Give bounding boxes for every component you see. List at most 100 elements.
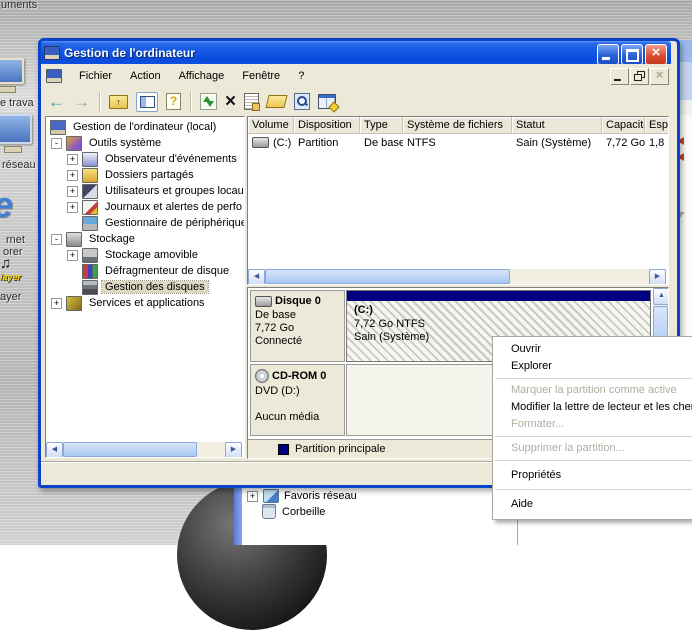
cdrom-drive: DVD (D:) xyxy=(255,385,344,398)
scroll-track[interactable] xyxy=(197,442,225,457)
menu-action[interactable]: Action xyxy=(121,68,170,84)
close-button[interactable] xyxy=(645,44,667,65)
delete-icon[interactable] xyxy=(225,93,236,111)
removable-storage-icon xyxy=(82,248,98,263)
help-icon[interactable] xyxy=(166,93,181,110)
toolbar xyxy=(41,88,671,116)
scroll-up-icon[interactable] xyxy=(653,288,669,305)
scroll-left-icon[interactable] xyxy=(46,442,63,458)
show-console-tree-icon[interactable] xyxy=(136,92,158,112)
tree-horizontal-scrollbar[interactable] xyxy=(46,442,242,457)
child-close-button xyxy=(650,68,669,85)
network-places-icon xyxy=(263,489,279,503)
users-groups-icon xyxy=(82,184,98,199)
legend-label: Partition principale xyxy=(295,443,386,455)
scroll-track[interactable] xyxy=(510,269,649,284)
menu-separator xyxy=(495,460,692,461)
tree-item-observateur[interactable]: + Observateur d'événements xyxy=(46,151,244,167)
properties-icon[interactable] xyxy=(244,93,259,110)
media-player-label: ayer xyxy=(0,291,21,303)
panes-glyph xyxy=(140,96,155,108)
tree-item-dossiers-partages[interactable]: + Dossiers partagés xyxy=(46,167,244,183)
monitor-glyph xyxy=(0,58,24,84)
menu-fichier[interactable]: Fichier xyxy=(70,68,121,84)
column-header-disposition[interactable]: Disposition xyxy=(294,117,360,134)
back-icon[interactable] xyxy=(48,92,65,112)
expand-icon[interactable]: + xyxy=(67,170,78,181)
minimize-button[interactable] xyxy=(597,44,619,65)
expand-icon[interactable]: + xyxy=(67,250,78,261)
expand-icon[interactable]: + xyxy=(51,298,62,309)
tree-item-defragmenteur[interactable]: Défragmenteur de disque xyxy=(46,263,244,279)
menu-item-aide[interactable]: Aide xyxy=(493,493,692,515)
scrollbar-thumb[interactable] xyxy=(63,442,197,457)
my-computer-icon[interactable] xyxy=(0,58,24,93)
internet-explorer-icon[interactable]: e xyxy=(0,184,13,226)
child-restore-button[interactable] xyxy=(630,68,649,85)
column-header-type[interactable]: Type xyxy=(360,117,403,134)
tree-item-label-selected: Gestion des disques xyxy=(102,281,208,293)
menu-item-ouvrir[interactable]: Ouvrir xyxy=(493,341,692,358)
expand-icon[interactable]: + xyxy=(67,154,78,165)
tree-item-label: Gestionnaire de périphérique xyxy=(102,217,245,229)
title-bar[interactable]: Gestion de l'ordinateur xyxy=(41,41,671,64)
defragmenter-icon xyxy=(82,264,98,279)
refresh-icon[interactable] xyxy=(200,93,217,110)
disk0-size: 7,72 Go xyxy=(255,322,344,335)
cdrom-info-cell[interactable]: CD-ROM 0 DVD (D:) Aucun média xyxy=(250,364,345,436)
player-wordmark: layer xyxy=(0,272,21,282)
scrollbar-thumb[interactable] xyxy=(265,269,510,284)
find-icon[interactable] xyxy=(294,93,310,110)
disk0-name: Disque 0 xyxy=(275,295,321,307)
disk0-info-cell[interactable]: Disque 0 De base 7,72 Go Connecté xyxy=(250,290,345,362)
cdrom-name: CD-ROM 0 xyxy=(272,370,326,382)
tree-item-gestion-des-disques[interactable]: Gestion des disques xyxy=(46,279,244,295)
column-header-fs[interactable]: Système de fichiers xyxy=(403,117,512,134)
tree-item-label: Dossiers partagés xyxy=(102,169,197,181)
collapse-icon[interactable]: - xyxy=(51,234,62,245)
child-minimize-button[interactable] xyxy=(610,68,629,85)
menu-item-proprietes[interactable]: Propriétés xyxy=(493,464,692,486)
tree-item-favoris-reseau[interactable]: + Favoris réseau xyxy=(247,489,357,503)
tree-item-corbeille[interactable]: Corbeille xyxy=(261,504,325,519)
tree-item-utilisateurs[interactable]: + Utilisateurs et groupes locaux xyxy=(46,183,244,199)
collapse-icon[interactable]: - xyxy=(51,138,62,149)
menu-item-explorer[interactable]: Explorer xyxy=(493,358,692,375)
network-places-label: réseau xyxy=(2,159,36,171)
column-header-capacite[interactable]: Capacité xyxy=(602,117,645,134)
column-header-esp[interactable]: Esp xyxy=(645,117,669,134)
network-places-icon[interactable] xyxy=(0,114,32,153)
open-folder-icon[interactable] xyxy=(265,95,287,108)
cd-rom-icon xyxy=(255,369,269,383)
volume-row-c[interactable]: (C:) Partition De base NTFS Sain (Systèm… xyxy=(248,134,668,151)
menu-aide[interactable]: ? xyxy=(289,68,313,84)
background-window-border xyxy=(234,481,242,545)
menu-affichage[interactable]: Affichage xyxy=(170,68,234,84)
scroll-right-icon[interactable] xyxy=(649,269,666,285)
disk-settings-icon[interactable] xyxy=(318,94,336,109)
tree-item-stockage-amovible[interactable]: + Stockage amovible xyxy=(46,247,244,263)
list-horizontal-scrollbar[interactable] xyxy=(248,269,666,284)
maximize-button[interactable] xyxy=(621,44,643,65)
expander-plus-icon[interactable]: + xyxy=(247,491,258,502)
partition-type-stripe xyxy=(347,291,650,301)
column-header-statut[interactable]: Statut xyxy=(512,117,602,134)
toolbar-separator xyxy=(99,92,100,112)
storage-icon xyxy=(66,232,82,247)
tree-item-gestionnaire-peripheriques[interactable]: Gestionnaire de périphérique xyxy=(46,215,244,231)
tree-item-stockage[interactable]: - Stockage xyxy=(46,231,244,247)
scroll-left-icon[interactable] xyxy=(248,269,265,285)
tree-item-services[interactable]: + Services et applications xyxy=(46,295,244,311)
tree-item-journaux[interactable]: + Journaux et alertes de perfo xyxy=(46,199,244,215)
media-player-icon[interactable]: ♫ layer xyxy=(0,255,21,282)
menu-fenetre[interactable]: Fenêtre xyxy=(233,68,289,84)
tree-item-outils-systeme[interactable]: - Outils système xyxy=(46,135,244,151)
scroll-right-icon[interactable] xyxy=(225,442,242,458)
console-icon xyxy=(46,69,62,83)
menu-item-modifier-lettre[interactable]: Modifier la lettre de lecteur et les che… xyxy=(493,399,692,416)
column-header-volume[interactable]: Volume xyxy=(248,117,294,134)
expand-icon[interactable]: + xyxy=(67,186,78,197)
tree-item-root[interactable]: Gestion de l'ordinateur (local) xyxy=(46,119,244,135)
expand-icon[interactable]: + xyxy=(67,202,78,213)
up-one-level-icon[interactable] xyxy=(109,95,128,109)
